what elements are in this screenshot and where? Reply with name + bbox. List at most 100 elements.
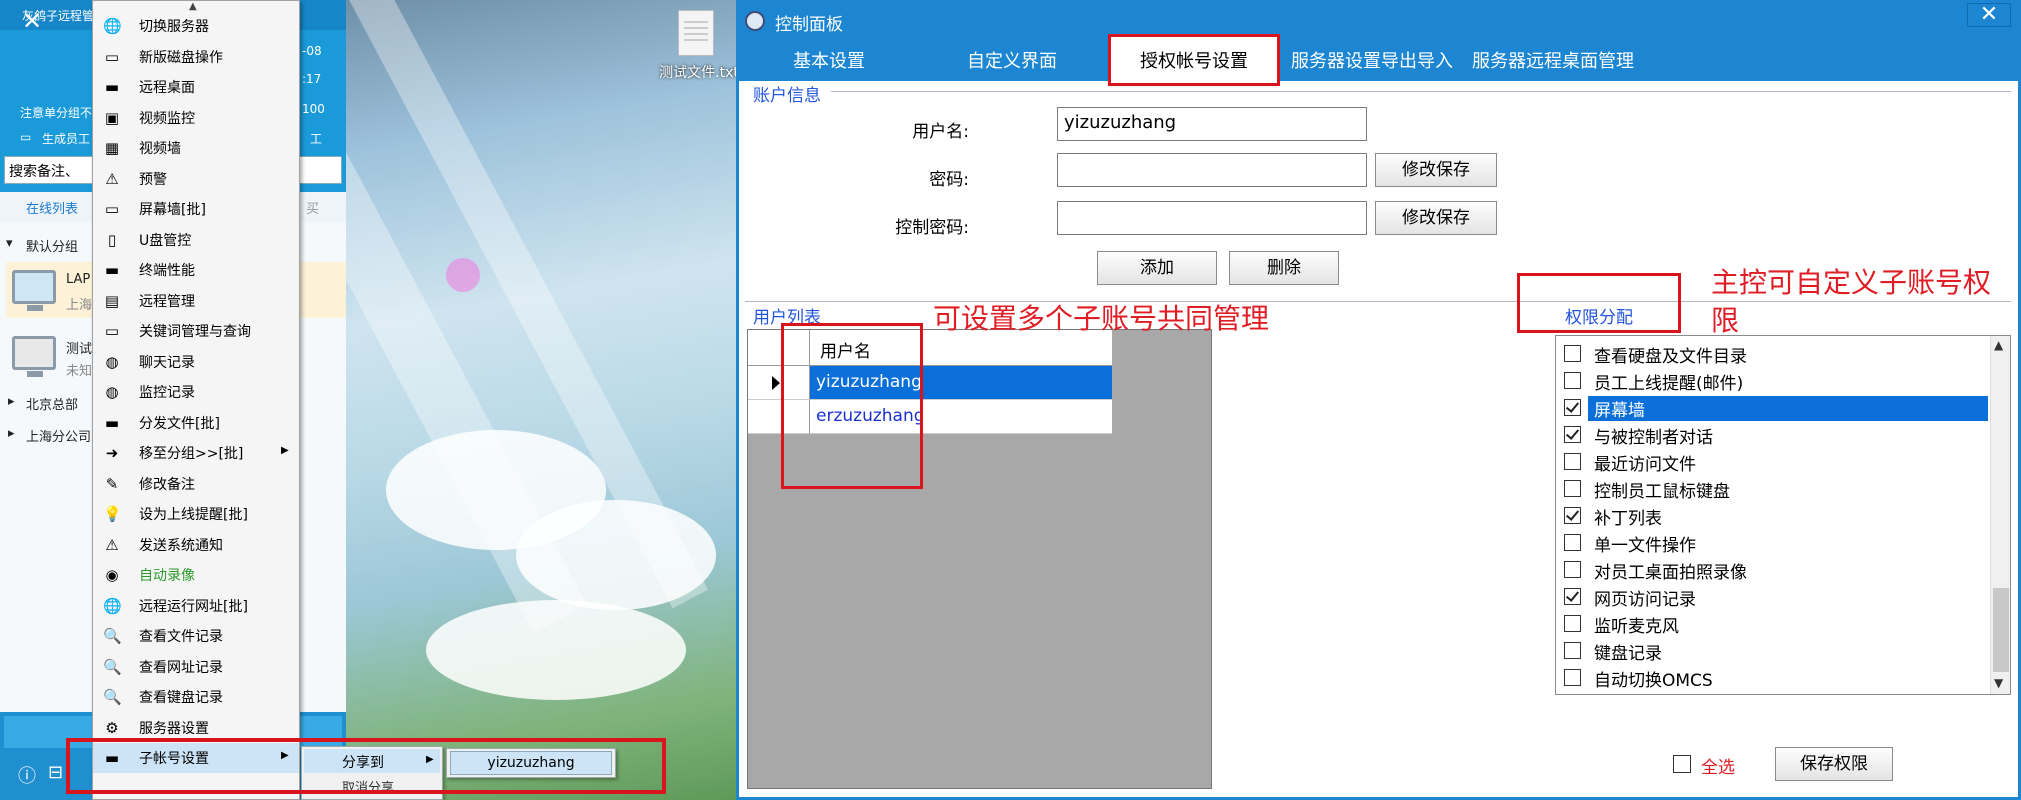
permission-checkbox[interactable] xyxy=(1564,426,1581,443)
scroll-thumb[interactable] xyxy=(1993,588,2009,672)
info-icon[interactable]: ⓘ xyxy=(18,762,36,788)
permission-label: 最近访问文件 xyxy=(1594,455,1696,475)
permission-checkbox[interactable] xyxy=(1564,615,1581,632)
menu-item-label: 发送系统通知 xyxy=(139,537,223,554)
permission-label: 与被控制者对话 xyxy=(1594,428,1713,448)
search-icon: 🔍 xyxy=(103,657,122,676)
group-shanghai[interactable]: 上海分公司 xyxy=(26,426,91,445)
menu-item[interactable]: ⚠ 发送系统通知 xyxy=(93,530,299,560)
menu-item[interactable]: ⚠ 预警 xyxy=(93,164,299,194)
menu-item[interactable]: ▬ 终端性能 xyxy=(93,255,299,285)
menu-item[interactable]: ▣ 视频监控 xyxy=(93,103,299,133)
menu-item[interactable]: ◉ 自动录像 xyxy=(93,560,299,590)
group-default[interactable]: 默认分组 xyxy=(26,236,78,255)
menu-item[interactable]: 🔍 查看文件记录 xyxy=(93,621,299,651)
permission-item[interactable]: 自动切换OMCS xyxy=(1556,664,1986,691)
warning-icon: ⚠ xyxy=(105,169,119,188)
menu-item-label: 屏幕墙[批] xyxy=(139,202,206,218)
permission-item[interactable]: 最近访问文件 xyxy=(1556,448,1986,475)
permission-checkbox[interactable] xyxy=(1564,588,1581,605)
permission-checkbox[interactable] xyxy=(1564,561,1581,578)
generate-staff-link[interactable]: 生成员工 xyxy=(42,130,90,147)
control-password-input[interactable] xyxy=(1057,201,1367,235)
save-password-button[interactable]: 修改保存 xyxy=(1375,153,1497,187)
permission-item[interactable]: 网页访问记录 xyxy=(1556,583,1986,610)
menu-item[interactable]: ◍ 监控记录 xyxy=(93,377,299,407)
permission-item[interactable]: 屏幕墙 xyxy=(1556,394,1988,421)
menu-item[interactable]: 💡 设为上线提醒[批] xyxy=(93,499,299,529)
permission-checkbox[interactable] xyxy=(1564,372,1581,389)
permission-item[interactable]: 查看硬盘及文件目录 xyxy=(1556,340,1986,367)
control-panel: 控制面板 ✕ 基本设置 自定义界面 服务器设置导出导入 服务器远程桌面管理 授权… xyxy=(736,0,2021,800)
search-icon: 🔍 xyxy=(103,627,122,645)
permission-checkbox[interactable] xyxy=(1564,453,1581,470)
menu-item[interactable]: ▤ 远程管理 xyxy=(93,286,299,316)
chevron-down-icon[interactable]: ▾ xyxy=(6,236,13,251)
permission-label: 单一文件操作 xyxy=(1594,536,1696,556)
desktop-file[interactable]: 测试文件.txt xyxy=(659,10,739,90)
permission-item[interactable]: 对员工桌面拍照录像 xyxy=(1556,556,1986,583)
permission-item[interactable]: 员工上线提醒(邮件) xyxy=(1556,367,1986,394)
menu-item[interactable]: ▬ 远程桌面 xyxy=(93,72,299,102)
delete-button[interactable]: 删除 xyxy=(1229,251,1339,285)
menu-item[interactable]: ▯ U盘管控 xyxy=(93,225,299,255)
menu-item[interactable]: 🔍 查看网址记录 xyxy=(93,652,299,682)
save-control-password-button[interactable]: 修改保存 xyxy=(1375,201,1497,235)
permission-item[interactable]: 补丁列表 xyxy=(1556,502,1986,529)
highlight-box-grid xyxy=(781,323,923,489)
lock-icon[interactable]: ⊟ xyxy=(48,762,63,783)
permission-checkbox[interactable] xyxy=(1564,669,1581,686)
menu-item[interactable]: 🌐 切换服务器 xyxy=(93,11,299,41)
permission-checkbox[interactable] xyxy=(1564,399,1581,416)
save-permission-button[interactable]: 保存权限 xyxy=(1775,747,1893,781)
info-staff: 工 xyxy=(310,132,323,146)
permission-item[interactable]: 与被控制者对话 xyxy=(1556,421,1986,448)
menu-item-label: U盘管控 xyxy=(139,232,192,249)
permission-item[interactable]: 单一文件操作 xyxy=(1556,529,1986,556)
close-icon[interactable]: ✕ xyxy=(22,7,42,35)
select-all-label: 全选 xyxy=(1701,758,1735,778)
permission-item[interactable]: 控制员工鼠标键盘 xyxy=(1556,475,1986,502)
menu-item[interactable]: ✎ 修改备注 xyxy=(93,469,299,499)
permission-item[interactable]: 监听麦克风 xyxy=(1556,610,1986,637)
permission-checkbox[interactable] xyxy=(1564,507,1581,524)
password-input[interactable] xyxy=(1057,153,1367,187)
menu-item[interactable]: ▭ 新版磁盘操作 xyxy=(93,42,299,72)
menu-item[interactable]: ▦ 视频墙 xyxy=(93,133,299,163)
menu-item[interactable]: ◍ 聊天记录 xyxy=(93,347,299,377)
scroll-down-icon[interactable]: ▼ xyxy=(1994,676,2003,690)
account-info-title: 账户信息 xyxy=(753,86,821,106)
permission-checkbox[interactable] xyxy=(1564,642,1581,659)
info-count: 100 xyxy=(302,102,325,116)
tab-online-list[interactable]: 在线列表 xyxy=(26,198,78,217)
add-button[interactable]: 添加 xyxy=(1097,251,1217,285)
close-button[interactable]: ✕ xyxy=(1967,3,2011,27)
select-all-checkbox[interactable] xyxy=(1673,755,1691,773)
scrollbar[interactable]: ▲ ▼ xyxy=(1990,336,2010,694)
tab-custom-ui[interactable]: 自定义界面 xyxy=(967,47,1057,73)
menu-item[interactable]: ▭ 关键词管理与查询 xyxy=(93,316,299,346)
web-icon: 🌐 xyxy=(103,596,122,615)
tab-remote-desktop[interactable]: 服务器远程桌面管理 xyxy=(1472,47,1634,73)
menu-item[interactable]: ➜ 移至分组>>[批] ▶ xyxy=(93,438,299,468)
tab-export-import[interactable]: 服务器设置导出导入 xyxy=(1291,47,1453,73)
permission-label: 查看硬盘及文件目录 xyxy=(1594,347,1747,367)
menu-item[interactable]: ▬ 分发文件[批] xyxy=(93,408,299,438)
tab-basic[interactable]: 基本设置 xyxy=(793,47,865,73)
permission-checkbox[interactable] xyxy=(1564,534,1581,551)
scroll-up-icon[interactable]: ▲ xyxy=(1994,338,2003,352)
menu-item[interactable]: 🔍 查看键盘记录 xyxy=(93,682,299,712)
group-beijing[interactable]: 北京总部 xyxy=(26,394,78,413)
menu-item[interactable]: ▭ 屏幕墙[批] xyxy=(93,194,299,224)
tab-buy[interactable]: 买 xyxy=(306,198,319,217)
username-input[interactable]: yizuzuzhang xyxy=(1057,107,1367,141)
menu-item-label: 终端性能 xyxy=(139,263,195,279)
chevron-right-icon[interactable]: ▸ xyxy=(8,394,15,409)
permission-checkbox[interactable] xyxy=(1564,345,1581,362)
menu-item[interactable]: 🌐 远程运行网址[批] xyxy=(93,591,299,621)
chevron-right-icon[interactable]: ▸ xyxy=(8,426,15,441)
desktop-wallpaper xyxy=(346,0,736,800)
menu-item-label: 设为上线提醒[批] xyxy=(139,507,248,523)
permission-item[interactable]: 键盘记录 xyxy=(1556,637,1986,664)
permission-checkbox[interactable] xyxy=(1564,480,1581,497)
